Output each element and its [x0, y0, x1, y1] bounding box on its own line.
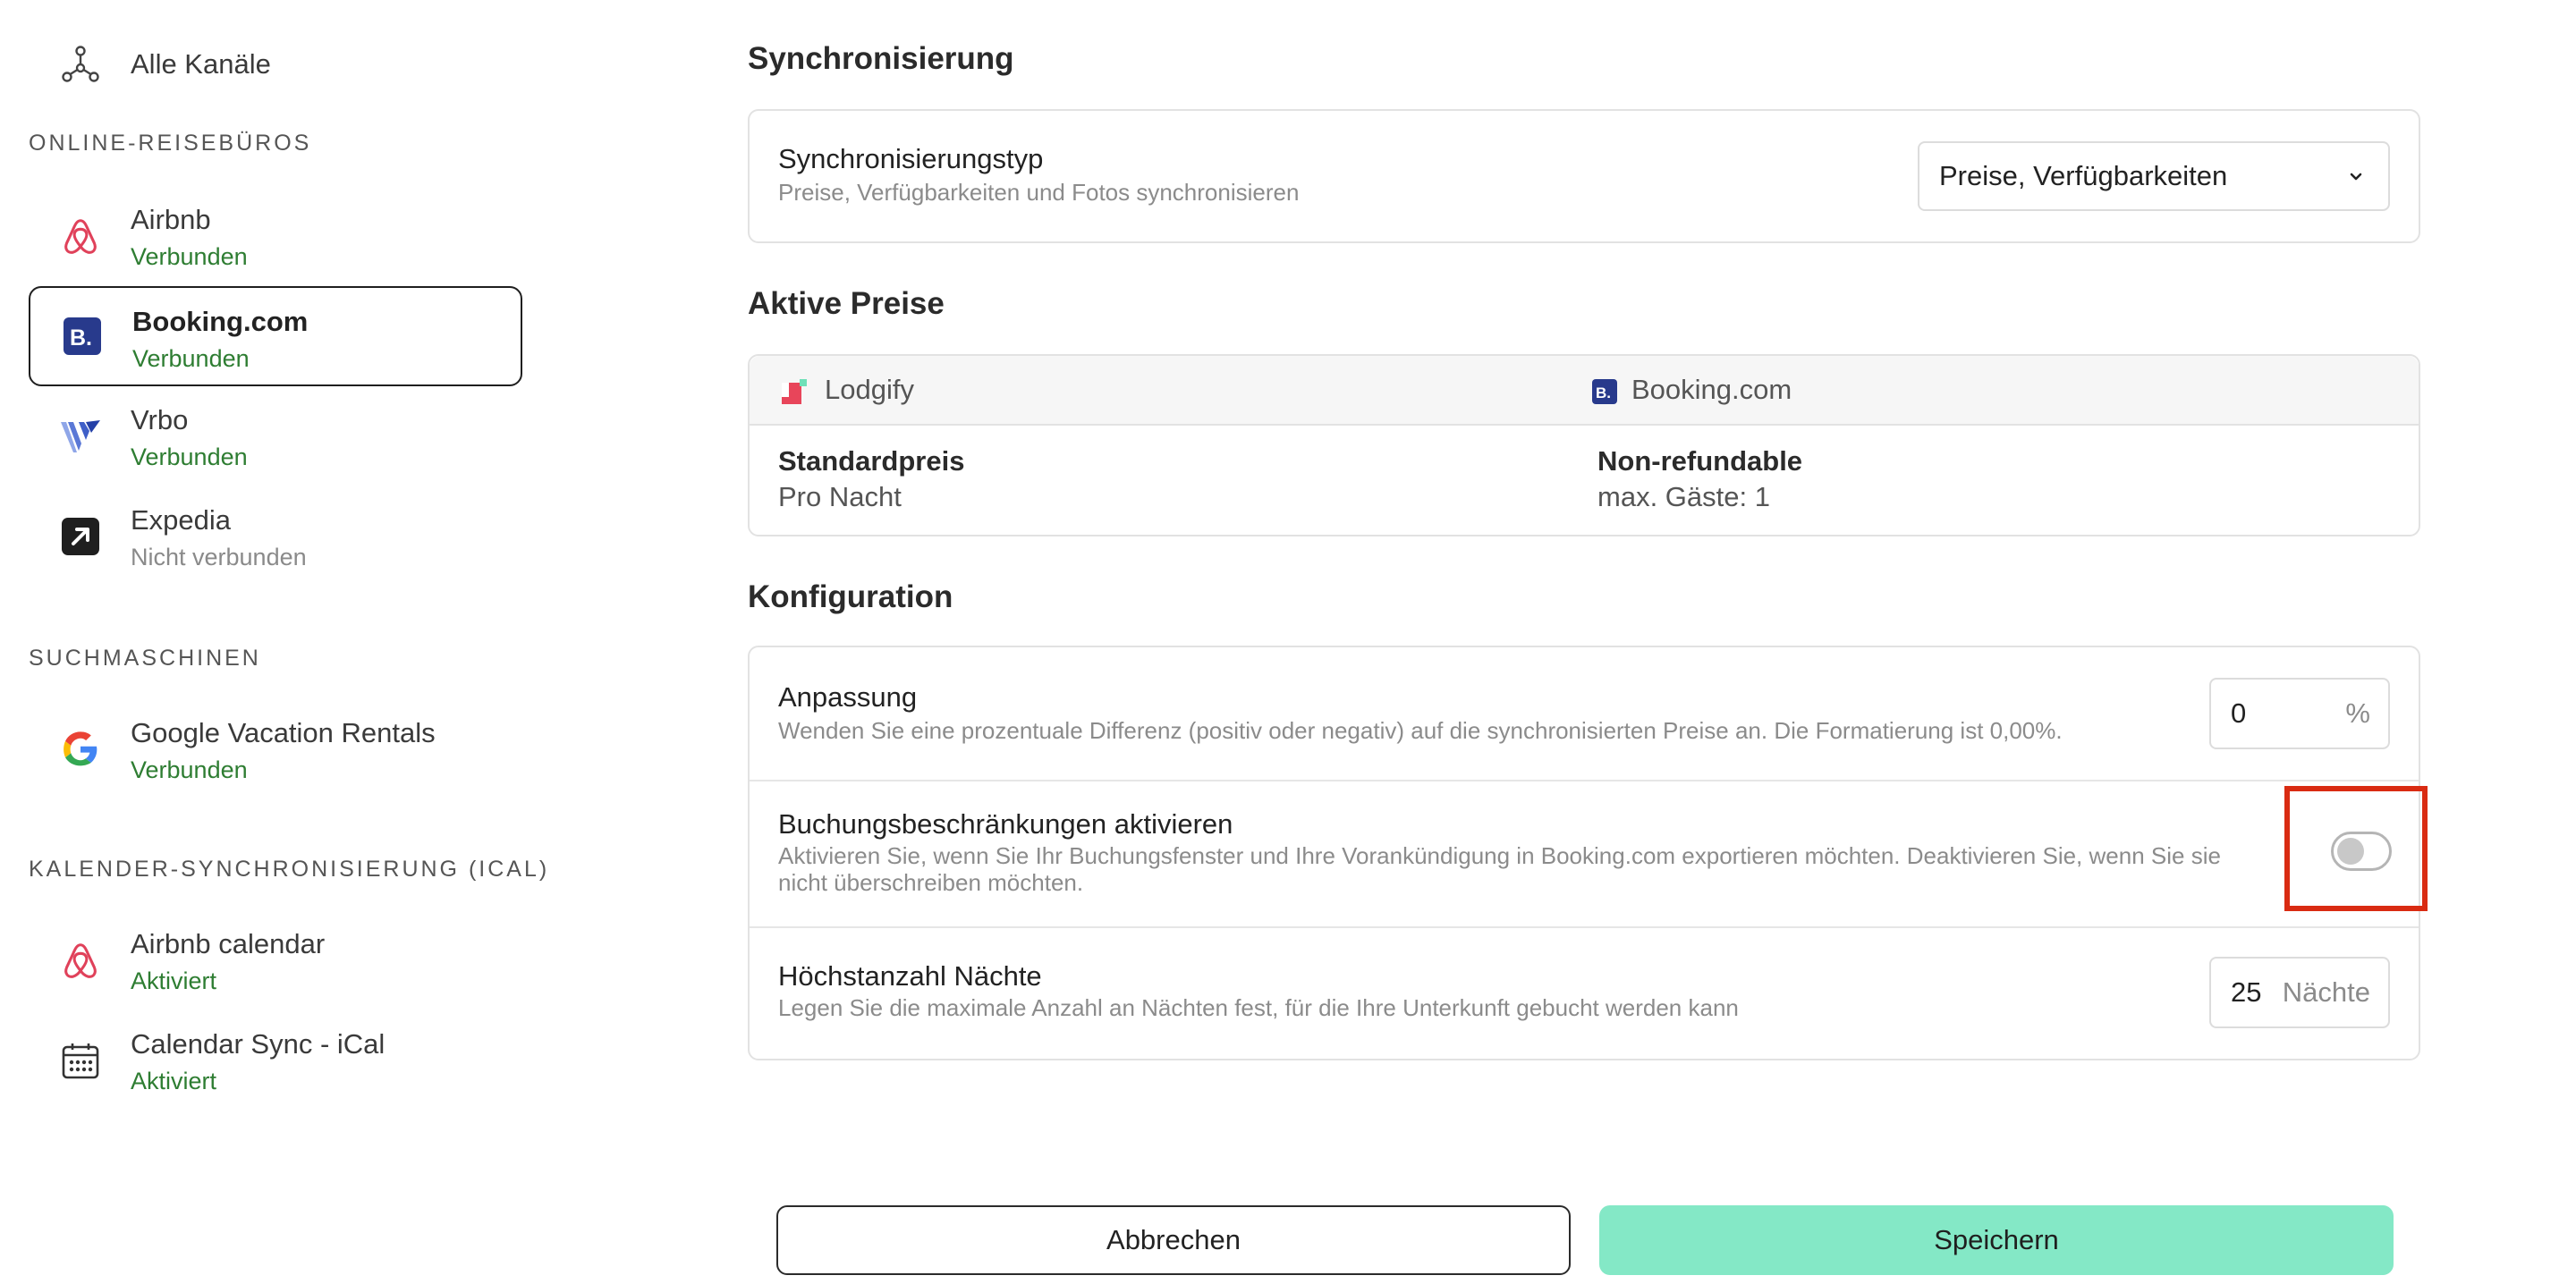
rates-table-header: Lodgify B. Booking.com [750, 356, 2419, 426]
percent-suffix: % [2345, 697, 2370, 729]
booking-restrictions-description: Aktivieren Sie, wenn Sie Ihr Buchungsfen… [778, 842, 2221, 896]
google-icon [59, 728, 102, 771]
rates-column-booking: Booking.com [1631, 374, 1792, 405]
airbnb-icon [59, 939, 102, 982]
booking-icon: B. [1592, 379, 1617, 404]
save-button[interactable]: Speichern [1599, 1205, 2394, 1275]
sidebar-item-airbnb[interactable]: Airbnb Verbunden [29, 186, 522, 286]
booking-logo-letter: B. [70, 325, 92, 351]
channel-sidebar: Alle Kanäle ONLINE-REISEBÜROS Airbnb Ver… [0, 0, 547, 1284]
section-heading-sync: Synchronisierung [748, 41, 1014, 76]
config-card: Anpassung Wenden Sie eine prozentuale Di… [748, 646, 2420, 1060]
booking-rate-guests: max. Gäste: 1 [1597, 481, 1770, 512]
sidebar-item-label: Calendar Sync - iCal [131, 1028, 386, 1060]
section-heading-rates: Aktive Preise [748, 286, 945, 321]
sidebar-item-booking[interactable]: B. Booking.com Verbunden [29, 286, 522, 386]
booking-restrictions-title: Buchungsbeschränkungen aktivieren [778, 808, 1233, 840]
sync-type-select[interactable]: Preise, Verfügbarkeiten [1918, 141, 2390, 211]
sidebar-item-label: Airbnb calendar [131, 928, 326, 959]
section-label-search: SUCHMASCHINEN [29, 646, 261, 671]
status-connected: Verbunden [131, 243, 248, 270]
status-connected: Verbunden [131, 443, 248, 470]
max-nights-value: 25 [2231, 976, 2262, 1008]
chevron-down-icon [2347, 167, 2365, 185]
section-label-ota: ONLINE-REISEBÜROS [29, 131, 312, 156]
max-nights-description: Legen Sie die maximale Anzahl an Nächten… [778, 994, 1739, 1021]
toggle-knob [2337, 838, 2364, 865]
status-connected: Verbunden [131, 756, 248, 783]
max-nights-title: Höchstanzahl Nächte [778, 960, 1042, 992]
status-connected: Verbunden [132, 345, 250, 372]
status-activated: Aktiviert [131, 1068, 217, 1094]
booking-restrictions-toggle[interactable] [2331, 832, 2392, 871]
sync-type-description: Preise, Verfügbarkeiten und Fotos synchr… [778, 179, 1300, 206]
cancel-button[interactable]: Abbrechen [776, 1205, 1571, 1275]
adjustment-title: Anpassung [778, 681, 918, 713]
sidebar-item-vrbo[interactable]: Vrbo Verbunden [29, 386, 522, 486]
sync-type-selected-value: Preise, Verfügbarkeiten [1939, 160, 2228, 191]
nights-suffix: Nächte [2282, 976, 2370, 1008]
sidebar-item-label: Booking.com [132, 306, 309, 337]
lodgify-rate-name: Standardpreis [778, 445, 965, 477]
sidebar-item-all-channels[interactable]: Alle Kanäle [29, 14, 522, 114]
channels-network-icon [59, 43, 102, 86]
adjustment-description: Wenden Sie eine prozentuale Differenz (p… [778, 717, 2063, 744]
booking-rate-name: Non-refundable [1597, 445, 1803, 477]
rates-column-lodgify: Lodgify [825, 374, 914, 405]
sync-card: Synchronisierungstyp Preise, Verfügbarke… [748, 109, 2420, 243]
section-heading-config: Konfiguration [748, 579, 953, 614]
section-label-ical: KALENDER-SYNCHRONISIERUNG (ICAL) [29, 857, 550, 882]
status-activated: Aktiviert [131, 967, 217, 994]
status-not-connected: Nicht verbunden [131, 544, 307, 570]
booking-icon: B. [61, 315, 104, 358]
sidebar-item-ical[interactable]: Calendar Sync - iCal Aktiviert [29, 1010, 522, 1111]
sidebar-item-label: Airbnb [131, 204, 211, 235]
lodgify-rate-unit: Pro Nacht [778, 481, 902, 512]
adjustment-value: 0 [2231, 697, 2247, 729]
expedia-icon [59, 515, 102, 558]
vrbo-icon [59, 415, 102, 458]
max-nights-input[interactable]: 25 Nächte [2209, 957, 2390, 1028]
sidebar-item-label: Google Vacation Rentals [131, 717, 436, 748]
row-divider [750, 926, 2419, 928]
sidebar-item-label: Alle Kanäle [131, 48, 271, 80]
sidebar-item-airbnb-calendar[interactable]: Airbnb calendar Aktiviert [29, 910, 522, 1010]
calendar-icon [59, 1039, 102, 1082]
sidebar-item-label: Vrbo [131, 404, 189, 435]
sidebar-item-expedia[interactable]: Expedia Nicht verbunden [29, 486, 522, 587]
airbnb-icon [59, 215, 102, 258]
sidebar-item-google[interactable]: Google Vacation Rentals Verbunden [29, 699, 522, 799]
row-divider [750, 780, 2419, 781]
active-rates-card: Lodgify B. Booking.com Standardpreis Pro… [748, 354, 2420, 536]
sync-type-title: Synchronisierungstyp [778, 143, 1044, 174]
booking-logo-letter: B. [1596, 384, 1611, 401]
adjustment-percent-input[interactable]: 0 % [2209, 678, 2390, 749]
lodgify-icon [782, 379, 807, 404]
sidebar-item-label: Expedia [131, 504, 232, 536]
